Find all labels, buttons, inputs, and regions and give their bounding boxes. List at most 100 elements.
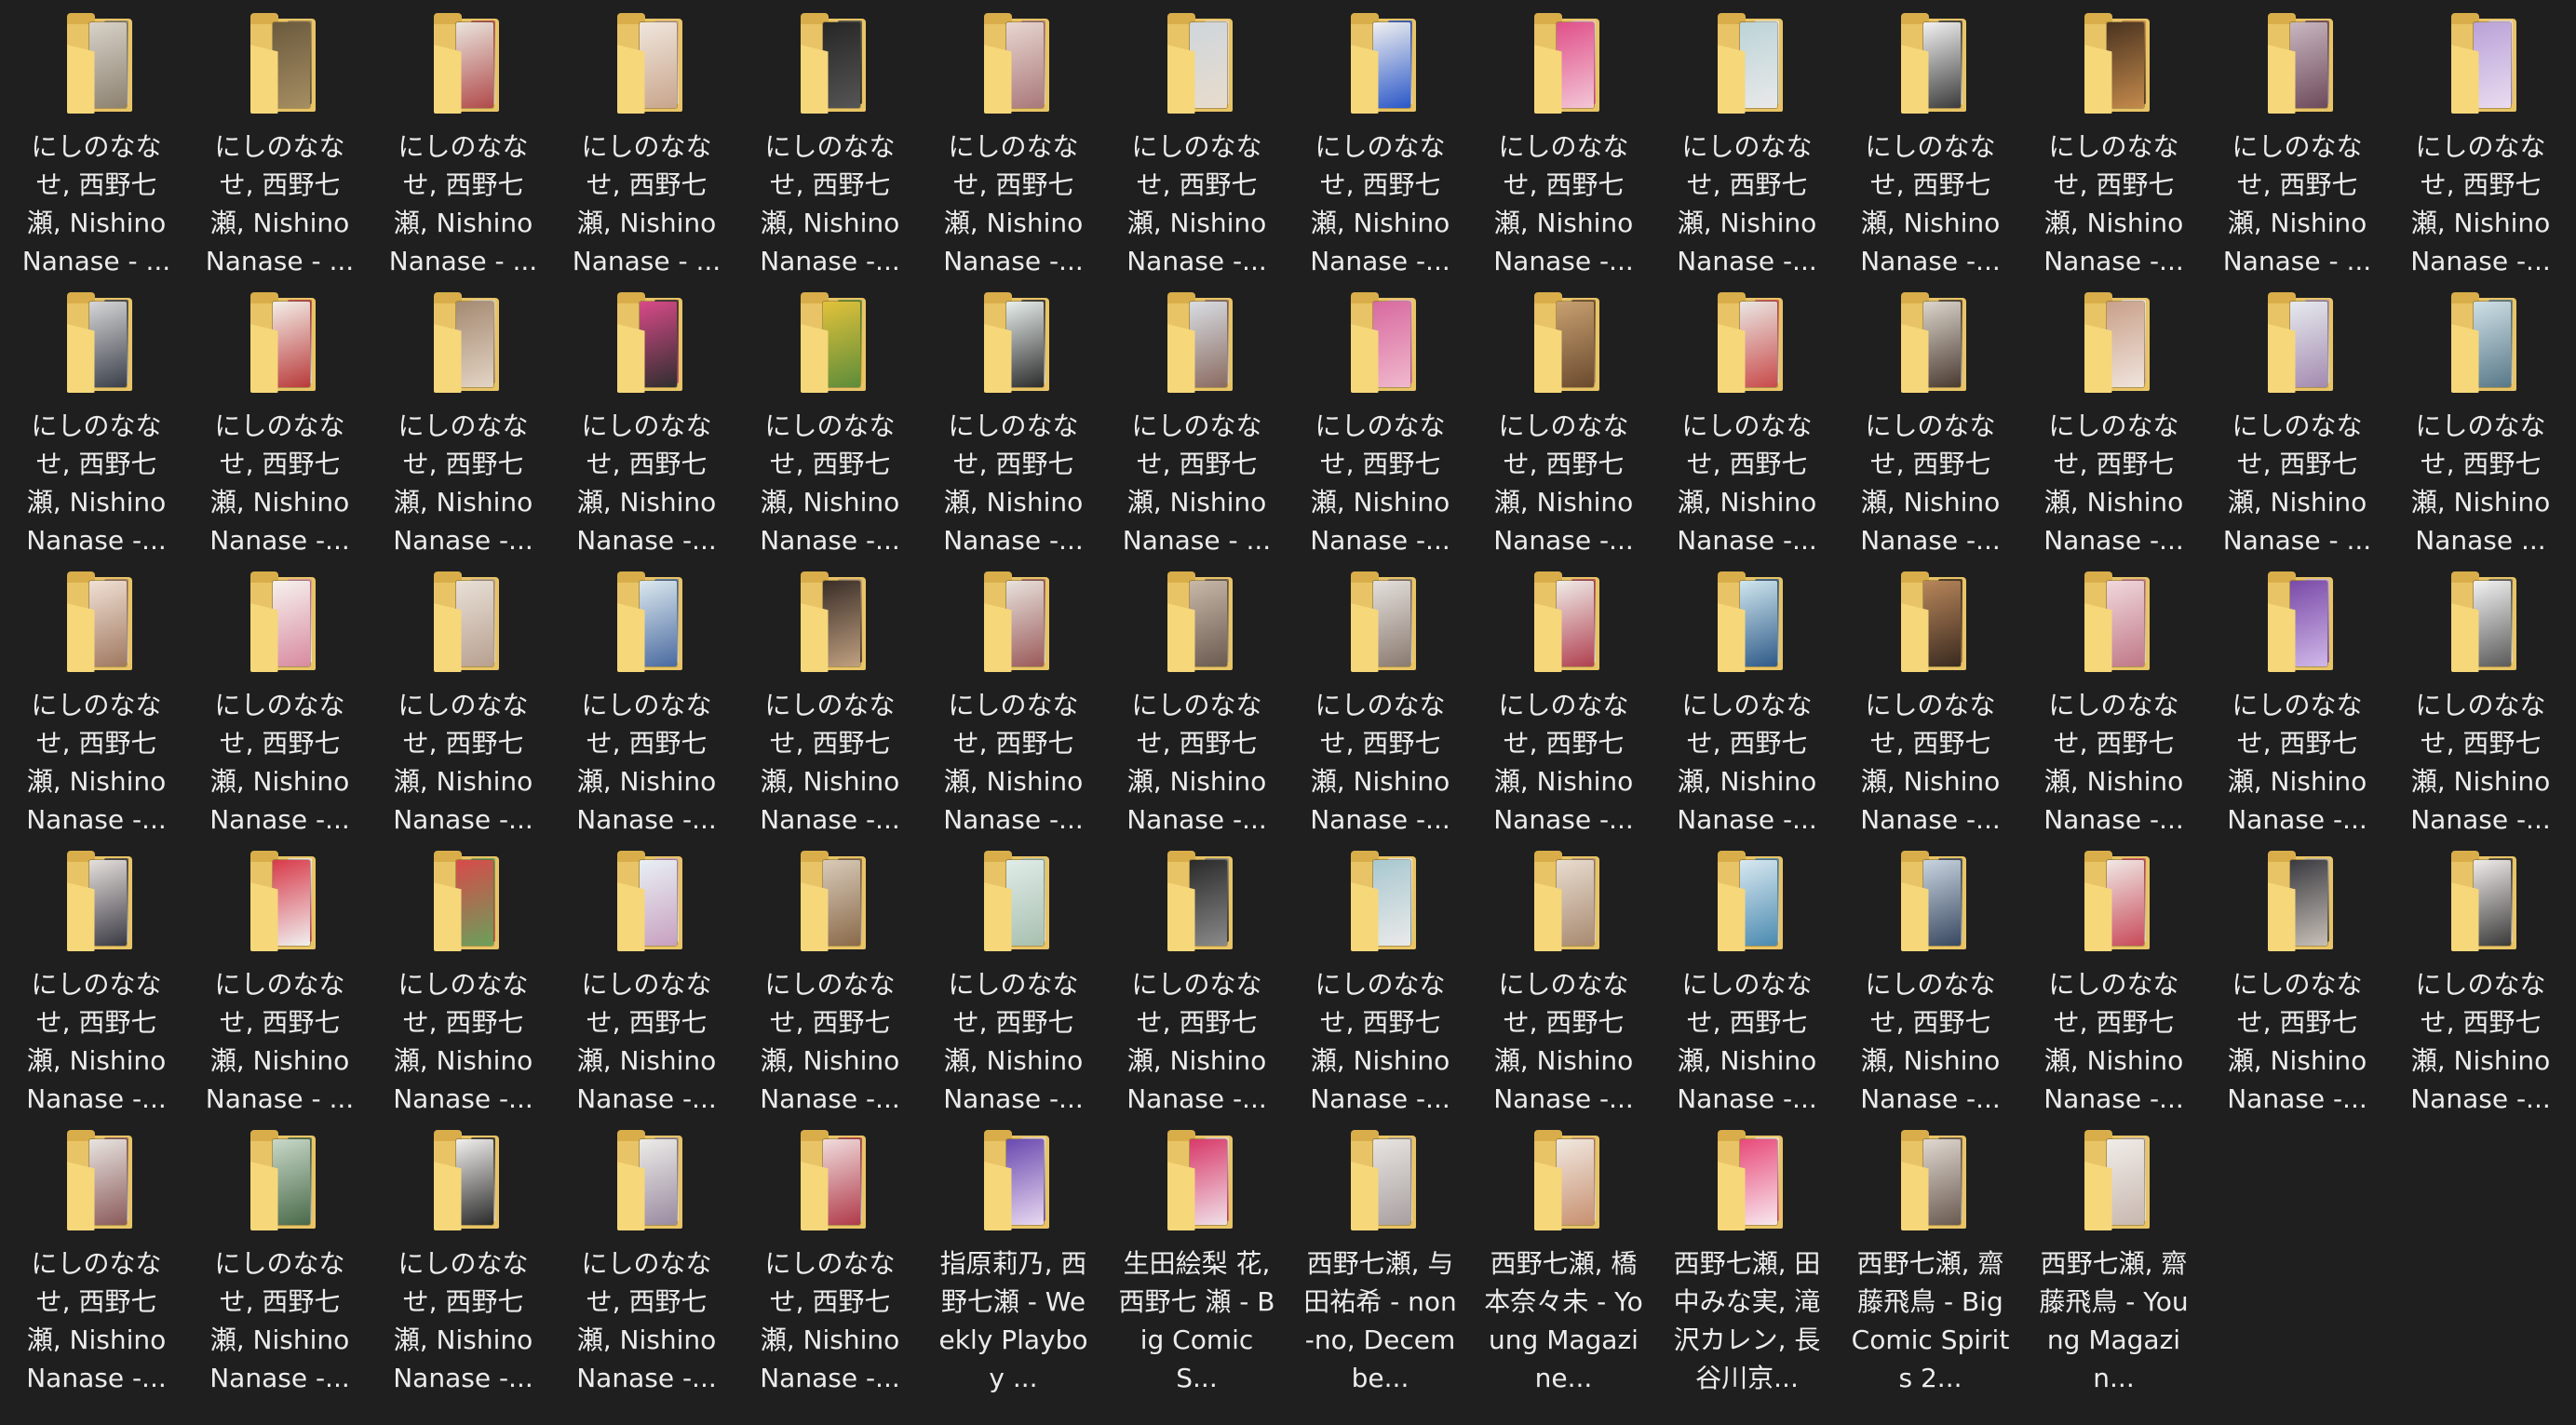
folder-thumbnail bbox=[272, 860, 310, 946]
folder-item[interactable]: にしのなな せ, 西野七 瀬, Nishino Nanase -... bbox=[1655, 279, 1839, 558]
folder-item[interactable]: にしのなな せ, 西野七 瀬, Nishino Nanase -... bbox=[922, 838, 1105, 1117]
folder-item[interactable]: 生田絵梨 花, 西野七 瀬 - Big Comic S... bbox=[1105, 1117, 1288, 1396]
folder-front-shape bbox=[2450, 882, 2479, 951]
folder-item[interactable]: にしのなな せ, 西野七 瀬, Nishino Nanase -... bbox=[1105, 558, 1288, 838]
folder-item[interactable]: にしのなな せ, 西野七 瀬, Nishino Nanase -... bbox=[5, 1117, 188, 1396]
folder-item[interactable]: にしのなな せ, 西野七 瀬, Nishino Nanase - ... bbox=[371, 0, 555, 279]
folder-thumbnail bbox=[1739, 302, 1777, 387]
folder-item[interactable]: にしのなな せ, 西野七 瀬, Nishino Nanase -... bbox=[555, 838, 738, 1117]
folder-front-shape bbox=[1533, 1162, 1562, 1230]
folder-item[interactable]: にしのなな せ, 西野七 瀬, Nishino Nanase - ... bbox=[188, 0, 371, 279]
folder-thumbnail bbox=[1372, 302, 1410, 387]
folder-item[interactable]: にしのなな せ, 西野七 瀬, Nishino Nanase -... bbox=[5, 838, 188, 1117]
folder-item[interactable]: にしのなな せ, 西野七 瀬, Nishino Nanase -... bbox=[1839, 0, 2022, 279]
folder-item[interactable]: にしのなな せ, 西野七 瀬, Nishino Nanase ... bbox=[2389, 279, 2572, 558]
folder-item[interactable]: にしのなな せ, 西野七 瀬, Nishino Nanase -... bbox=[2022, 279, 2205, 558]
folder-item[interactable]: にしのなな せ, 西野七 瀬, Nishino Nanase -... bbox=[371, 558, 555, 838]
folder-front-shape bbox=[1167, 882, 1195, 951]
folder-icon bbox=[2438, 13, 2524, 116]
folder-item[interactable]: にしのなな せ, 西野七 瀬, Nishino Nanase -... bbox=[2205, 558, 2389, 838]
folder-item[interactable]: にしのなな せ, 西野七 瀬, Nishino Nanase -... bbox=[371, 279, 555, 558]
folder-front-shape bbox=[1167, 324, 1195, 393]
folder-item[interactable]: にしのなな せ, 西野七 瀬, Nishino Nanase -... bbox=[738, 838, 922, 1117]
folder-item[interactable]: にしのなな せ, 西野七 瀬, Nishino Nanase -... bbox=[188, 1117, 371, 1396]
folder-item[interactable]: にしのなな せ, 西野七 瀬, Nishino Nanase -... bbox=[1288, 838, 1472, 1117]
folder-front-shape bbox=[2267, 45, 2296, 114]
folder-item[interactable]: にしのなな せ, 西野七 瀬, Nishino Nanase -... bbox=[1288, 279, 1472, 558]
folder-item[interactable]: にしのなな せ, 西野七 瀬, Nishino Nanase -... bbox=[2022, 838, 2205, 1117]
folder-item[interactable]: にしのなな せ, 西野七 瀬, Nishino Nanase -... bbox=[922, 0, 1105, 279]
folder-item[interactable]: にしのなな せ, 西野七 瀬, Nishino Nanase -... bbox=[1105, 838, 1288, 1117]
folder-thumbnail bbox=[2106, 22, 2144, 108]
folder-thumbnail bbox=[272, 302, 310, 387]
folder-item[interactable]: にしのなな せ, 西野七 瀬, Nishino Nanase - ... bbox=[2205, 0, 2389, 279]
folder-item[interactable]: 西野七瀬, 田中みな実, 滝沢カレン, 長谷川京... bbox=[1655, 1117, 1839, 1396]
folder-item[interactable]: にしのなな せ, 西野七 瀬, Nishino Nanase -... bbox=[188, 558, 371, 838]
folder-item[interactable]: にしのなな せ, 西野七 瀬, Nishino Nanase -... bbox=[1105, 0, 1288, 279]
folder-item[interactable]: にしのなな せ, 西野七 瀬, Nishino Nanase -... bbox=[2022, 0, 2205, 279]
folder-item[interactable]: にしのなな せ, 西野七 瀬, Nishino Nanase - ... bbox=[555, 0, 738, 279]
folder-item[interactable]: 西野七瀬, 橋本奈々未 - Young Magazine... bbox=[1472, 1117, 1655, 1396]
folder-item[interactable]: にしのなな せ, 西野七 瀬, Nishino Nanase -... bbox=[1839, 838, 2022, 1117]
folder-icon bbox=[1521, 571, 1607, 675]
folder-icon bbox=[1705, 1130, 1790, 1233]
folder-item[interactable]: にしのなな せ, 西野七 瀬, Nishino Nanase -... bbox=[1472, 0, 1655, 279]
folder-item[interactable]: にしのなな せ, 西野七 瀬, Nishino Nanase -... bbox=[1472, 558, 1655, 838]
folder-item[interactable]: にしのなな せ, 西野七 瀬, Nishino Nanase -... bbox=[1288, 558, 1472, 838]
folder-label: にしのなな せ, 西野七 瀬, Nishino Nanase -... bbox=[576, 410, 717, 557]
folder-thumbnail bbox=[1372, 22, 1410, 108]
folder-item[interactable]: にしのなな せ, 西野七 瀬, Nishino Nanase -... bbox=[2022, 558, 2205, 838]
folder-item[interactable]: にしのなな せ, 西野七 瀬, Nishino Nanase -... bbox=[1472, 838, 1655, 1117]
folder-item[interactable]: にしのなな せ, 西野七 瀬, Nishino Nanase -... bbox=[5, 279, 188, 558]
folder-item[interactable]: にしのなな せ, 西野七 瀬, Nishino Nanase - ... bbox=[5, 0, 188, 279]
folder-item[interactable]: にしのなな せ, 西野七 瀬, Nishino Nanase -... bbox=[1472, 279, 1655, 558]
folder-item[interactable]: にしのなな せ, 西野七 瀬, Nishino Nanase -... bbox=[5, 558, 188, 838]
folder-label: 西野七瀬, 田中みな実, 滝沢カレン, 長谷川京... bbox=[1673, 1248, 1821, 1394]
folder-item[interactable]: にしのなな せ, 西野七 瀬, Nishino Nanase -... bbox=[371, 838, 555, 1117]
folder-item[interactable]: 西野七瀬, 齋藤飛鳥 - Young Magazin... bbox=[2022, 1117, 2205, 1396]
folder-item[interactable]: にしのなな せ, 西野七 瀬, Nishino Nanase -... bbox=[2205, 838, 2389, 1117]
folder-thumbnail bbox=[2473, 860, 2511, 946]
folder-item[interactable]: にしのなな せ, 西野七 瀬, Nishino Nanase -... bbox=[555, 558, 738, 838]
folder-item[interactable]: にしのなな せ, 西野七 瀬, Nishino Nanase - ... bbox=[188, 838, 371, 1117]
folder-label: にしのなな せ, 西野七 瀬, Nishino Nanase -... bbox=[2410, 131, 2551, 277]
folder-item[interactable]: にしのなな せ, 西野七 瀬, Nishino Nanase -... bbox=[1655, 838, 1839, 1117]
folder-icon bbox=[54, 571, 140, 675]
folder-item[interactable]: 西野七瀬, 与田祐希 - non-no, Decembe... bbox=[1288, 1117, 1472, 1396]
folder-label: にしのなな せ, 西野七 瀬, Nishino Nanase -... bbox=[1493, 690, 1634, 836]
folder-item[interactable]: 指原莉乃, 西野七瀬 - Weekly Playboy ... bbox=[922, 1117, 1105, 1396]
folder-item[interactable]: にしのなな せ, 西野七 瀬, Nishino Nanase -... bbox=[1655, 558, 1839, 838]
folder-item[interactable]: にしのなな せ, 西野七 瀬, Nishino Nanase - ... bbox=[2205, 279, 2389, 558]
folder-item[interactable]: にしのなな せ, 西野七 瀬, Nishino Nanase -... bbox=[922, 279, 1105, 558]
folder-front-shape bbox=[433, 1162, 462, 1230]
folder-item[interactable]: にしのなな せ, 西野七 瀬, Nishino Nanase -... bbox=[188, 279, 371, 558]
folder-item[interactable]: にしのなな せ, 西野七 瀬, Nishino Nanase -... bbox=[2389, 558, 2572, 838]
folder-item[interactable]: にしのなな せ, 西野七 瀬, Nishino Nanase -... bbox=[1288, 0, 1472, 279]
folder-item[interactable]: にしのなな せ, 西野七 瀬, Nishino Nanase -... bbox=[555, 279, 738, 558]
folder-front-shape bbox=[66, 324, 95, 393]
folder-item[interactable]: にしのなな せ, 西野七 瀬, Nishino Nanase -... bbox=[371, 1117, 555, 1396]
folder-item[interactable]: にしのなな せ, 西野七 瀬, Nishino Nanase -... bbox=[2389, 838, 2572, 1117]
folder-item[interactable]: にしのなな せ, 西野七 瀬, Nishino Nanase -... bbox=[738, 1117, 922, 1396]
folder-front-shape bbox=[1167, 45, 1195, 114]
folder-item[interactable]: にしのなな せ, 西野七 瀬, Nishino Nanase -... bbox=[1655, 0, 1839, 279]
folder-front-shape bbox=[983, 45, 1012, 114]
folder-label: にしのなな せ, 西野七 瀬, Nishino Nanase -... bbox=[209, 1248, 350, 1394]
folder-item[interactable]: にしのなな せ, 西野七 瀬, Nishino Nanase -... bbox=[1839, 279, 2022, 558]
folder-item[interactable]: にしのなな せ, 西野七 瀬, Nishino Nanase -... bbox=[738, 279, 922, 558]
folder-item[interactable]: にしのなな せ, 西野七 瀬, Nishino Nanase -... bbox=[1839, 558, 2022, 838]
folder-thumbnail bbox=[2289, 581, 2327, 666]
folder-item[interactable]: 西野七瀬, 齋藤飛鳥 - Big Comic Spirits 2... bbox=[1839, 1117, 2022, 1396]
folder-item[interactable]: にしのなな せ, 西野七 瀬, Nishino Nanase -... bbox=[738, 0, 922, 279]
folder-item[interactable]: にしのなな せ, 西野七 瀬, Nishino Nanase -... bbox=[555, 1117, 738, 1396]
folder-item[interactable]: にしのなな せ, 西野七 瀬, Nishino Nanase -... bbox=[2389, 0, 2572, 279]
folder-item[interactable]: にしのなな せ, 西野七 瀬, Nishino Nanase -... bbox=[738, 558, 922, 838]
folder-front-shape bbox=[800, 603, 829, 672]
folder-label: にしのなな せ, 西野七 瀬, Nishino Nanase - ... bbox=[205, 131, 355, 277]
folder-front-shape bbox=[1717, 45, 1746, 114]
folder-thumbnail bbox=[1372, 860, 1410, 946]
folder-item[interactable]: にしのなな せ, 西野七 瀬, Nishino Nanase - ... bbox=[1105, 279, 1288, 558]
folder-thumbnail bbox=[1739, 22, 1777, 108]
folder-thumbnail bbox=[455, 581, 493, 666]
folder-item[interactable]: にしのなな せ, 西野七 瀬, Nishino Nanase -... bbox=[922, 558, 1105, 838]
